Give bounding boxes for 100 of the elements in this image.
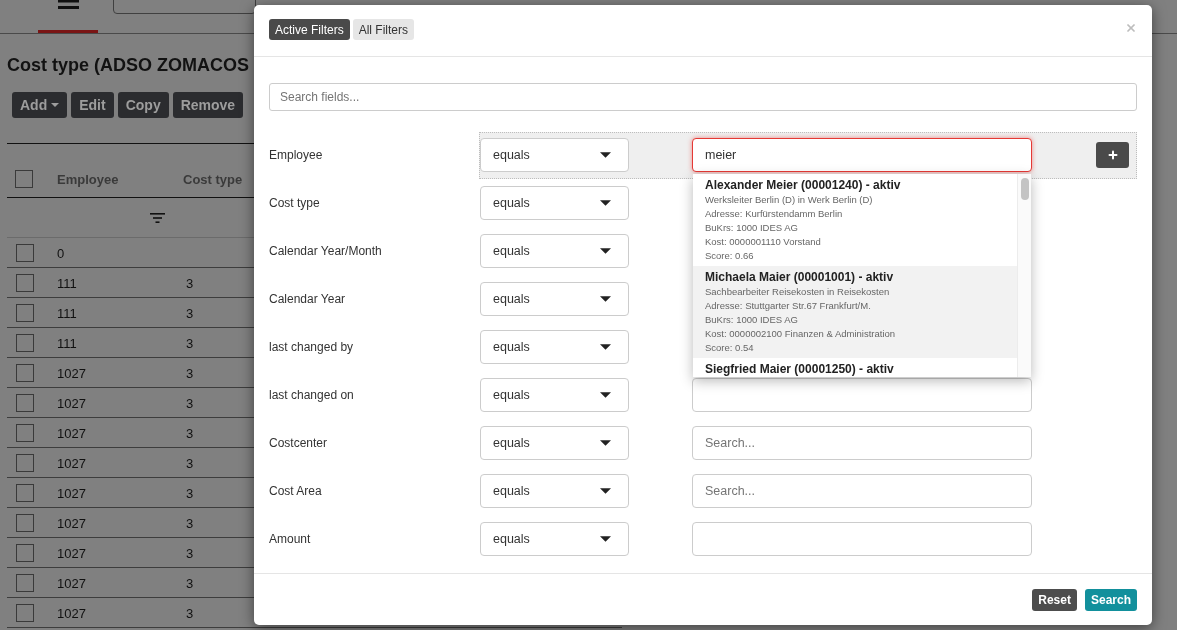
table-cell: 3 [186, 605, 194, 621]
add-button[interactable] [1096, 142, 1129, 168]
suggestion-detail: Score: 0.66 [705, 249, 754, 263]
checkbox[interactable] [16, 273, 34, 292]
operator-select[interactable]: equals [480, 474, 629, 508]
table-cell: 1027 [57, 575, 86, 591]
operator-select[interactable]: equals [480, 234, 629, 268]
operator-select[interactable]: equals [480, 426, 629, 460]
filter-tab[interactable]: Active Filters [269, 19, 350, 40]
close-icon [1125, 22, 1137, 34]
table-cell: 3 [186, 425, 194, 441]
suggestion-detail: Sachbearbeiter Reisekosten in Reisekosten [705, 285, 890, 299]
table-cell: 0 [57, 245, 65, 261]
filter-label: Costcenter [269, 435, 329, 452]
caret-down-icon [600, 248, 611, 254]
checkbox[interactable] [16, 333, 34, 352]
value-input[interactable]: Search... [692, 426, 1032, 460]
search-button[interactable]: Search [1084, 589, 1137, 611]
suggestion-item[interactable]: Michaela Maier (00001001) - aktiv Sachbearbeiter Reisekosten in Reisekosten Adresse: Stuttgarter Str.67 Frankfurt/M. BuKrs: 1000 IDES AG Kost: 0000002100 Finanzen & Administration Score: 0.54 [693, 266, 1017, 358]
suggestion-detail: Werksleiter Berlin (D) in Werk Berlin (D) [705, 193, 873, 207]
suggestion-detail: Adresse: Kurfürstendamm Berlin [705, 207, 843, 221]
caret-down-icon [600, 200, 611, 206]
operator-select[interactable]: equals [480, 330, 629, 364]
caret-down-icon [600, 536, 611, 542]
checkbox[interactable] [16, 423, 34, 442]
caret-icon [51, 103, 60, 107]
search-fields-input[interactable]: Search fields... [269, 83, 1137, 111]
checkbox[interactable] [16, 543, 34, 562]
table-cell: 1027 [57, 365, 86, 381]
checkbox[interactable] [16, 363, 34, 382]
table-cell: 3 [186, 515, 194, 531]
close-button[interactable] [1125, 22, 1137, 34]
checkbox[interactable] [16, 453, 34, 472]
table-cell: 3 [186, 485, 194, 501]
table-cell: 1027 [57, 425, 86, 441]
table-cell: 1027 [57, 395, 86, 411]
table-cell: 3 [186, 395, 194, 411]
filter-label: Amount [269, 531, 312, 548]
table-cell: 111 [57, 305, 77, 321]
caret-down-icon [600, 344, 611, 350]
value-input[interactable]: Search... [692, 474, 1032, 508]
table-cell: 1027 [57, 545, 86, 561]
suggestion-title: Siegfried Maier (00001250) - aktiv [705, 362, 894, 377]
table-cell: 1027 [57, 605, 86, 621]
suggestion-detail: Adresse: Stuttgarter Str.67 Frankfurt/M. [705, 299, 871, 313]
table-cell: 3 [186, 275, 194, 291]
suggestion-item[interactable]: Siegfried Maier (00001250) - aktiv [693, 358, 1017, 377]
toolbar-button[interactable]: Add [12, 92, 68, 118]
suggestion-detail: BuKrs: 1000 IDES AG [705, 221, 798, 235]
checkbox[interactable] [16, 513, 34, 532]
suggestion-detail: Score: 0.54 [705, 341, 754, 355]
suggestion-title: Michaela Maier (00001001) - aktiv [705, 270, 894, 285]
table-cell: 1027 [57, 485, 86, 501]
toolbar-button[interactable]: Edit [71, 92, 114, 118]
value-input[interactable] [692, 522, 1032, 556]
table-cell: 3 [186, 455, 194, 471]
toolbar-button[interactable]: Copy [117, 92, 169, 118]
suggestion-detail: Kost: 0000002100 Finanzen & Administration [705, 327, 896, 341]
table-cell: 3 [186, 545, 194, 561]
table-cell: 1027 [57, 515, 86, 531]
operator-select[interactable]: equals [480, 138, 629, 172]
checkbox[interactable] [16, 393, 34, 412]
active-tab-underline [38, 30, 98, 33]
page-title: Cost type (ADSO ZOMACOS [7, 54, 250, 77]
scrollbar-thumb[interactable] [1020, 178, 1029, 200]
checkbox[interactable] [16, 483, 34, 502]
filter-label: last changed by [269, 339, 355, 356]
caret-down-icon [600, 296, 611, 302]
filter-label: last changed on [269, 387, 355, 404]
table-cell: 3 [186, 335, 194, 351]
operator-select[interactable]: equals [480, 186, 629, 220]
toolbar-button[interactable]: Remove [172, 92, 244, 118]
checkbox[interactable] [16, 243, 34, 262]
suggestion-detail: Kost: 0000001110 Vorstand [705, 235, 821, 249]
filter-icon[interactable] [150, 212, 165, 223]
table-cell: 3 [186, 305, 194, 321]
value-input[interactable]: meier [692, 138, 1032, 172]
caret-down-icon [600, 392, 611, 398]
caret-down-icon [600, 152, 611, 158]
table-cell: 111 [57, 335, 77, 351]
filter-label: Employee [269, 147, 324, 164]
operator-select[interactable]: equals [480, 282, 629, 316]
filter-tab[interactable]: All Filters [352, 19, 415, 40]
value-input[interactable] [692, 378, 1032, 412]
checkbox[interactable] [16, 303, 34, 322]
operator-select[interactable]: equals [480, 522, 629, 556]
checkbox[interactable] [16, 603, 34, 622]
table-cell: 3 [186, 365, 194, 381]
suggestion-title: Alexander Meier (00001240) - aktiv [705, 178, 901, 193]
table-cell: 1027 [57, 455, 86, 471]
suggestion-item[interactable]: Alexander Meier (00001240) - aktiv Werksleiter Berlin (D) in Werk Berlin (D) Adresse: Kurfürstendamm Berlin BuKrs: 1000 IDES AG Kost: 0000001110 Vorstand Score: 0.66 [693, 174, 1017, 266]
checkbox[interactable] [15, 169, 33, 188]
operator-select[interactable]: equals [480, 378, 629, 412]
table-cell: 111 [57, 275, 77, 291]
checkbox[interactable] [16, 573, 34, 592]
caret-down-icon [600, 488, 611, 494]
reset-button[interactable]: Reset [1032, 589, 1077, 611]
filter-label: Calendar Year/Month [269, 243, 383, 260]
table-cell: 3 [186, 575, 194, 591]
filter-label: Cost Area [269, 483, 323, 500]
